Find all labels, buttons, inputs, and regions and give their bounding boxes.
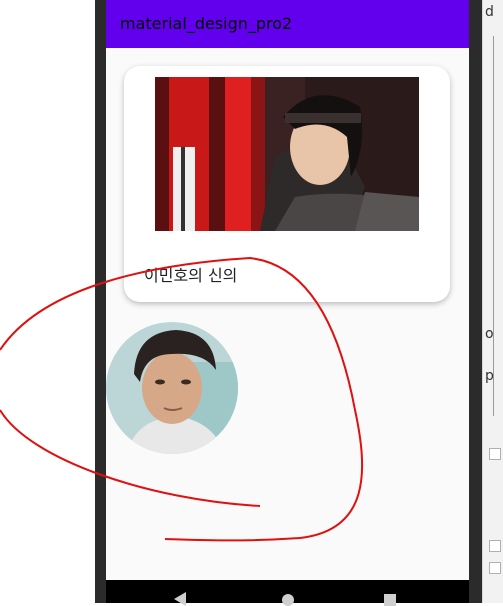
- phone-bezel-right: [469, 0, 482, 603]
- card-photo: [155, 77, 419, 231]
- home-circle-icon[interactable]: [282, 594, 294, 606]
- avatar[interactable]: [106, 322, 238, 454]
- side-collapse-box[interactable]: [489, 448, 501, 460]
- side-panel: d o p: [482, 0, 503, 603]
- side-collapse-box[interactable]: [489, 562, 501, 574]
- side-label-mid2: p: [485, 368, 494, 384]
- side-label-top: d: [485, 4, 494, 20]
- app-title: material_design_pro2: [120, 14, 293, 33]
- portrait-photo-icon: [106, 322, 238, 454]
- navigation-bar: [106, 580, 469, 606]
- app-bar: material_design_pro2: [106, 0, 469, 48]
- recent-square-icon[interactable]: [384, 594, 396, 606]
- side-divider: [493, 36, 494, 416]
- back-triangle-icon[interactable]: [174, 592, 186, 606]
- phone-bezel-left: [95, 0, 106, 603]
- side-collapse-box[interactable]: [489, 540, 501, 552]
- screen-body: 이민호의 신의: [106, 48, 469, 580]
- side-label-mid1: o: [485, 326, 494, 342]
- card-caption: 이민호의 신의: [144, 266, 238, 285]
- portrait-photo-icon: [155, 77, 419, 231]
- image-card[interactable]: 이민호의 신의: [124, 66, 450, 302]
